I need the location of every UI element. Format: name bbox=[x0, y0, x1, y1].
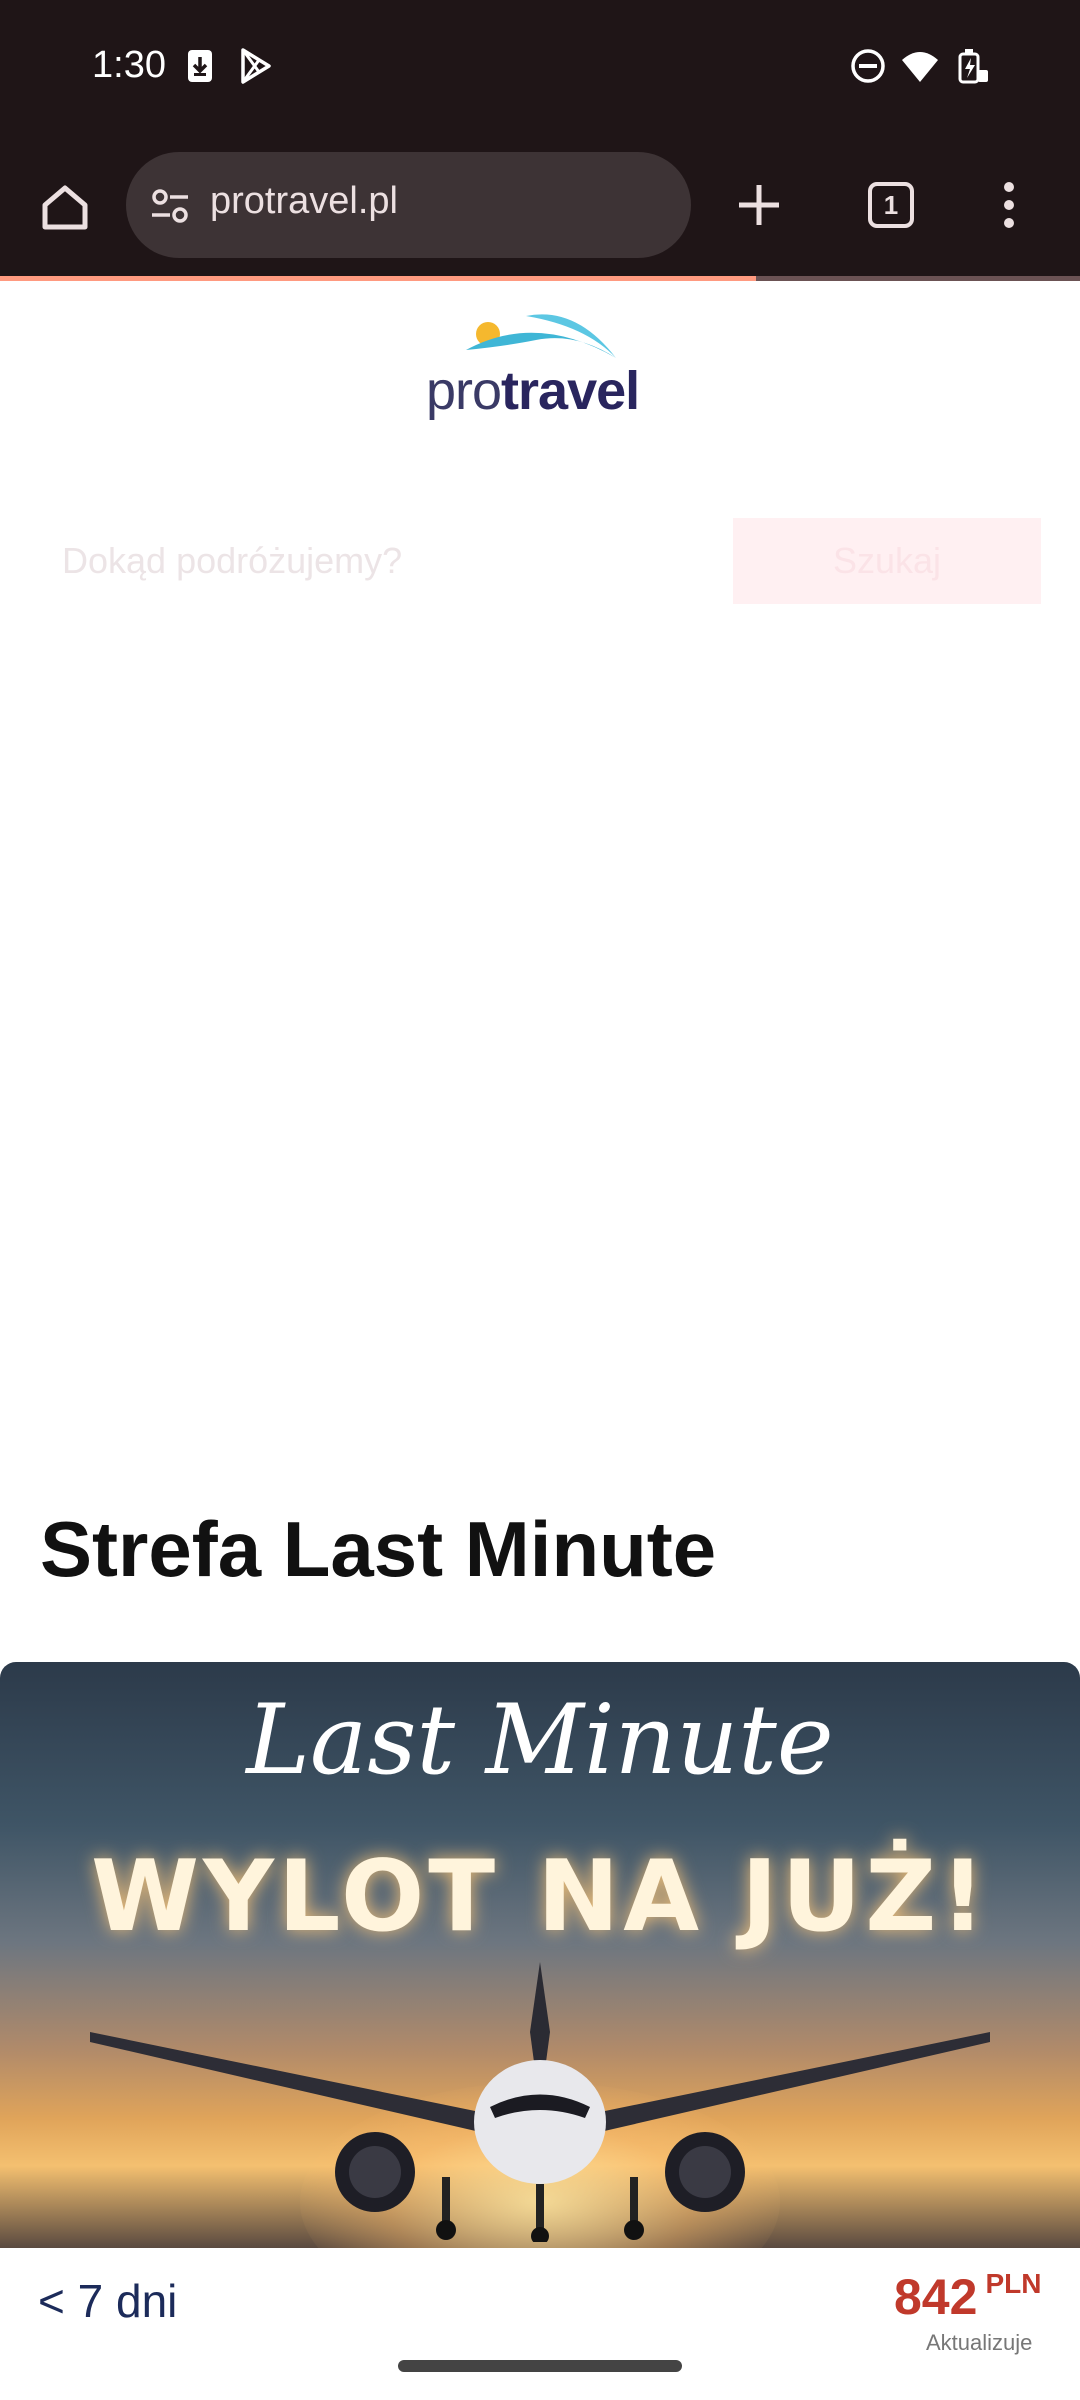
address-bar[interactable]: protravel.pl bbox=[126, 152, 691, 258]
wifi-icon bbox=[902, 52, 938, 82]
progress-fill bbox=[0, 276, 756, 281]
download-icon bbox=[188, 50, 212, 82]
destination-search-input[interactable] bbox=[40, 518, 700, 604]
status-bar: 1:30 bbox=[0, 0, 1080, 136]
url-text: protravel.pl bbox=[210, 180, 398, 222]
last-minute-banner[interactable]: Last Minute WYLOT NA JUŻ! bbox=[0, 1662, 1080, 2248]
logo-text-pro: pro bbox=[426, 361, 502, 421]
page-load-progress bbox=[0, 276, 1080, 281]
protravel-logo[interactable]: protravel bbox=[426, 306, 656, 432]
price-currency: PLN bbox=[985, 2268, 1042, 2299]
price-value: 842 bbox=[894, 2269, 978, 2325]
play-store-icon bbox=[241, 48, 271, 84]
logo-text: protravel bbox=[426, 360, 640, 422]
search-button[interactable]: Szukaj bbox=[733, 518, 1041, 604]
more-menu-button[interactable] bbox=[984, 170, 1034, 240]
banner-script-text: Last Minute bbox=[246, 1684, 834, 1796]
new-tab-button[interactable] bbox=[724, 170, 794, 240]
tab-switcher-button[interactable]: 1 bbox=[856, 170, 926, 240]
more-vert-icon bbox=[1004, 182, 1014, 228]
dnd-icon bbox=[851, 49, 885, 83]
section-title: Strefa Last Minute bbox=[40, 1505, 717, 1593]
offer-summary[interactable]: < 7 dni 842 PLN Aktualizuje bbox=[0, 2248, 1080, 2400]
offer-price: 842 PLN bbox=[894, 2268, 1041, 2326]
plus-icon bbox=[739, 185, 779, 225]
airplane-icon bbox=[90, 1962, 990, 2242]
tab-count: 1 bbox=[868, 182, 914, 228]
gesture-home-indicator[interactable] bbox=[398, 2360, 682, 2372]
banner-headline: WYLOT NA JUŻ! bbox=[90, 1840, 990, 1954]
logo-text-travel: travel bbox=[501, 361, 640, 421]
home-button[interactable] bbox=[30, 172, 100, 242]
price-note: Aktualizuje bbox=[926, 2330, 1033, 2355]
battery-icon bbox=[958, 49, 988, 84]
status-time: 1:30 bbox=[92, 44, 166, 86]
site-settings-icon[interactable] bbox=[148, 184, 192, 228]
browser-toolbar: protravel.pl 1 bbox=[0, 136, 1080, 278]
home-icon bbox=[42, 185, 88, 230]
days-filter-label[interactable]: < 7 dni bbox=[38, 2274, 177, 2328]
